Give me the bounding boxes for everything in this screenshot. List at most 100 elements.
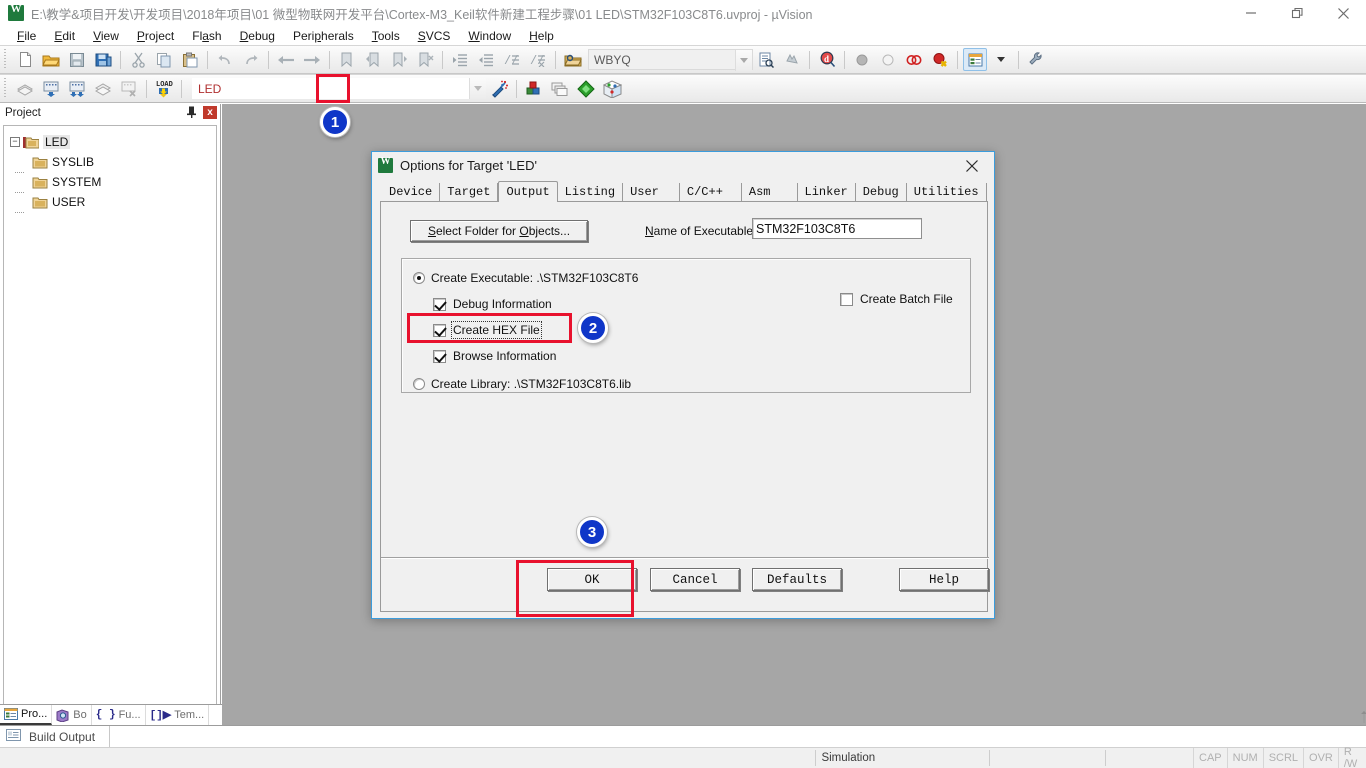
create-executable-radio[interactable] xyxy=(413,272,425,284)
select-folder-for-objects-button[interactable]: Select Folder for Objects... xyxy=(410,220,588,242)
toolbar-grip[interactable] xyxy=(2,49,9,70)
defaults-button[interactable]: Defaults xyxy=(752,568,842,591)
manage-project-items-icon[interactable] xyxy=(522,77,546,100)
menu-view[interactable]: View xyxy=(84,28,128,44)
menu-flash[interactable]: Flash xyxy=(183,28,230,44)
stop-build-icon[interactable] xyxy=(117,77,141,100)
bookmark-next-icon[interactable] xyxy=(387,48,411,71)
cancel-button[interactable]: Cancel xyxy=(650,568,740,591)
incremental-find-icon[interactable] xyxy=(780,48,804,71)
menu-window[interactable]: Window xyxy=(459,28,520,44)
bookmark-prev-icon[interactable] xyxy=(361,48,385,71)
menu-edit[interactable]: Edit xyxy=(45,28,84,44)
menu-file[interactable]: File xyxy=(8,28,45,44)
save-icon[interactable] xyxy=(65,48,89,71)
download-load-icon[interactable]: LOAD xyxy=(152,77,176,100)
tab-functions[interactable]: { } Fu... xyxy=(92,705,146,725)
target-select-field[interactable] xyxy=(332,78,486,99)
find-in-files-list-icon[interactable] xyxy=(754,48,778,71)
menu-project[interactable]: Project xyxy=(128,28,183,44)
debug-information-checkbox[interactable] xyxy=(433,298,446,311)
breakpoint-disable-all-icon[interactable] xyxy=(928,48,952,71)
help-button[interactable]: Help xyxy=(899,568,989,591)
tree-row-root[interactable]: − LED xyxy=(10,132,216,152)
back-icon[interactable] xyxy=(274,48,298,71)
manage-multi-project-icon[interactable] xyxy=(548,77,572,100)
pin-icon[interactable] xyxy=(186,106,197,120)
open-file-icon[interactable] xyxy=(39,48,63,71)
breakpoint-insert-icon[interactable] xyxy=(850,48,874,71)
find-combo[interactable]: WBYQ xyxy=(588,49,753,70)
tab-templates[interactable]: []▶ Tem... xyxy=(146,705,210,725)
browse-information-checkbox[interactable] xyxy=(433,350,446,363)
build-target-icon[interactable] xyxy=(39,77,63,100)
configure-tools-icon[interactable] xyxy=(1024,48,1048,71)
batch-build-icon[interactable] xyxy=(91,77,115,100)
tab-cpp[interactable]: C/C++ xyxy=(680,183,742,201)
browse-information-row[interactable]: Browse Information xyxy=(433,349,556,363)
target-select[interactable]: LED xyxy=(192,78,332,99)
chevron-down-icon[interactable] xyxy=(469,78,486,99)
collapse-toggle-icon[interactable]: − xyxy=(10,137,20,147)
create-library-radio[interactable] xyxy=(413,378,425,390)
maximize-restore-button[interactable] xyxy=(1274,0,1320,26)
debug-information-row[interactable]: Debug Information xyxy=(433,297,552,311)
tab-target[interactable]: Target xyxy=(440,183,498,201)
ok-button[interactable]: OK xyxy=(547,568,637,591)
tab-debug[interactable]: Debug xyxy=(856,183,907,201)
close-button[interactable] xyxy=(1320,0,1366,26)
bookmark-clear-icon[interactable] xyxy=(413,48,437,71)
forward-icon[interactable] xyxy=(300,48,324,71)
create-batch-file-row[interactable]: Create Batch File xyxy=(840,292,953,306)
menu-tools[interactable]: Tools xyxy=(363,28,409,44)
uncomment-icon[interactable]: // xyxy=(526,48,550,71)
tab-device[interactable]: Device xyxy=(382,183,440,201)
tab-output[interactable]: Output xyxy=(498,181,557,202)
tree-row-system[interactable]: SYSTEM xyxy=(10,172,216,192)
menu-peripherals[interactable]: Peripherals xyxy=(284,28,363,44)
tab-linker[interactable]: Linker xyxy=(798,183,856,201)
comment-icon[interactable]: // xyxy=(500,48,524,71)
tab-asm[interactable]: Asm xyxy=(742,183,798,201)
breakpoint-disable-icon[interactable] xyxy=(876,48,900,71)
undo-icon[interactable] xyxy=(213,48,237,71)
options-for-target-icon[interactable] xyxy=(487,77,511,100)
copy-icon[interactable] xyxy=(152,48,176,71)
close-icon[interactable]: x xyxy=(203,106,217,119)
create-library-radio-row[interactable]: Create Library: .\STM32F103C8T6.lib xyxy=(413,377,631,391)
menu-debug[interactable]: Debug xyxy=(231,28,284,44)
manage-runtime-env-icon[interactable] xyxy=(600,77,624,100)
create-executable-radio-row[interactable]: Create Executable: .\STM32F103C8T6 xyxy=(413,271,638,285)
tab-build-output[interactable]: Build Output xyxy=(0,726,110,747)
tree-row-user[interactable]: USER xyxy=(10,192,216,212)
create-hex-file-row[interactable]: Create HEX File xyxy=(433,323,540,337)
tab-project[interactable]: Pro... xyxy=(0,705,52,725)
menu-svcs[interactable]: SVCS xyxy=(409,28,460,44)
cut-icon[interactable] xyxy=(126,48,150,71)
redo-icon[interactable] xyxy=(239,48,263,71)
find-in-files-icon[interactable] xyxy=(561,48,585,71)
chevron-down-icon[interactable] xyxy=(735,50,752,71)
tab-books[interactable]: Bo xyxy=(52,705,91,725)
save-all-icon[interactable] xyxy=(91,48,115,71)
tab-listing[interactable]: Listing xyxy=(558,183,623,201)
new-file-icon[interactable] xyxy=(13,48,37,71)
tab-user[interactable]: User xyxy=(623,183,680,201)
rebuild-all-icon[interactable] xyxy=(65,77,89,100)
pack-installer-icon[interactable] xyxy=(574,77,598,100)
indent-decrease-icon[interactable] xyxy=(474,48,498,71)
tree-row-syslib[interactable]: SYSLIB xyxy=(10,152,216,172)
paste-icon[interactable] xyxy=(178,48,202,71)
minimize-button[interactable] xyxy=(1228,0,1274,26)
translate-file-icon[interactable] xyxy=(13,77,37,100)
debug-query-icon[interactable]: d xyxy=(815,48,839,71)
create-hex-file-checkbox[interactable] xyxy=(433,324,446,337)
tab-utilities[interactable]: Utilities xyxy=(907,183,987,201)
breakpoint-kill-all-icon[interactable] xyxy=(902,48,926,71)
bookmark-toggle-icon[interactable] xyxy=(335,48,359,71)
name-of-executable-input[interactable]: STM32F103C8T6 xyxy=(752,218,922,239)
manage-windows-dropdown-icon[interactable] xyxy=(989,48,1013,71)
menu-help[interactable]: Help xyxy=(520,28,563,44)
create-batch-file-checkbox[interactable] xyxy=(840,293,853,306)
dialog-close-button[interactable] xyxy=(950,152,994,179)
